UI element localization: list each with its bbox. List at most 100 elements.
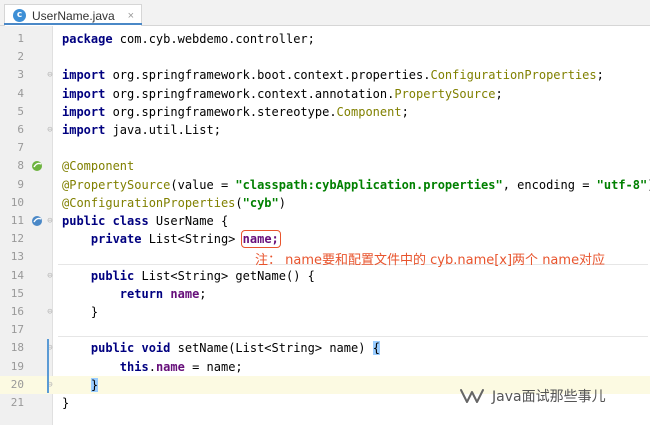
line-number: 13 — [10, 250, 24, 264]
code-line[interactable]: 15 return name; — [0, 285, 650, 303]
wechat-channel-icon — [460, 389, 484, 403]
code-token: ConfigurationProperties — [430, 68, 597, 83]
code-token: name — [155, 359, 185, 374]
code-line[interactable]: 8 @Component — [0, 157, 650, 175]
code-text: import org.springframework.stereotype.Co… — [62, 103, 409, 121]
code-token: name; — [240, 230, 281, 249]
line-number: 17 — [10, 323, 24, 337]
code-text: } — [62, 303, 98, 321]
code-token: } — [62, 396, 70, 410]
code-token: @PropertySource — [62, 177, 171, 192]
fold-marker-icon[interactable]: ⊖ — [46, 267, 54, 285]
code-token: List<String> getName() { — [134, 268, 315, 283]
watermark-text: Java面试那些事儿 — [492, 389, 606, 405]
code-text: import org.springframework.context.annot… — [62, 85, 503, 103]
spring-navigation-icon[interactable] — [30, 214, 44, 228]
code-token: List<String> — [141, 232, 243, 247]
code-text: } — [62, 376, 99, 394]
java-class-icon: c — [13, 9, 26, 22]
code-line[interactable]: 10 @ConfigurationProperties("cyb") — [0, 194, 650, 212]
code-text: package com.cyb.webdemo.controller; — [62, 30, 315, 48]
line-number: 1 — [17, 32, 24, 45]
code-line[interactable]: 9 @PropertySource(value = "classpath:cybA… — [0, 176, 650, 194]
code-token: name — [170, 286, 200, 301]
line-number: 18 — [10, 341, 24, 355]
code-text: public class UserName { — [62, 212, 228, 230]
line-number: 10 — [10, 195, 24, 209]
watermark: Java面试那些事儿 — [458, 386, 606, 406]
code-token: org.springframework.boot.context.propert… — [105, 68, 431, 83]
code-text: @ConfigurationProperties("cyb") — [62, 194, 286, 212]
code-token: com.cyb.webdemo.controller; — [112, 32, 315, 46]
code-line[interactable]: 4 import org.springframework.context.anno… — [0, 85, 650, 103]
code-token: public void — [90, 341, 171, 356]
editor-tab-bar: c UserName.java × — [0, 0, 650, 26]
code-token: import — [62, 86, 106, 101]
line-number: 21 — [10, 396, 24, 409]
line-number: 5 — [17, 104, 24, 118]
line-number: 4 — [17, 86, 24, 100]
code-text: import org.springframework.boot.context.… — [62, 66, 604, 84]
code-token: UserName { — [148, 214, 229, 228]
code-token: ; — [495, 86, 503, 101]
code-line[interactable]: 3 ⊖ import org.springframework.boot.contex… — [0, 66, 650, 84]
code-token: = name; — [184, 359, 243, 374]
tab-label: UserName.java — [32, 8, 115, 23]
code-line[interactable]: 6 ⊖ import java.util.List; — [0, 121, 650, 139]
code-token: . — [148, 359, 156, 374]
code-token: } — [62, 305, 99, 319]
code-token: , encoding = — [502, 177, 597, 192]
code-token: (value = — [170, 177, 236, 192]
line-number: 20 — [10, 377, 24, 391]
code-line[interactable]: 1 package com.cyb.webdemo.controller; — [0, 30, 650, 48]
line-number: 6 — [17, 123, 24, 136]
line-number: 15 — [10, 286, 24, 300]
code-token: import — [62, 123, 106, 137]
code-line[interactable]: 16 ⊖ } — [0, 303, 650, 321]
code-token: "cyb" — [242, 195, 279, 210]
code-token: private — [90, 232, 142, 247]
code-line[interactable]: 7 — [0, 139, 650, 157]
line-number: 11 — [10, 214, 24, 227]
code-line[interactable]: 12 private List<String> name; — [0, 230, 650, 249]
spring-bean-icon[interactable] — [30, 159, 44, 173]
code-line[interactable]: 14 ⊖ public List<String> getName() { — [0, 267, 650, 285]
method-separator — [58, 336, 648, 337]
fold-marker-icon[interactable]: ⊖ — [46, 212, 54, 230]
code-line[interactable]: 11 ⊖ public class UserName { — [0, 212, 650, 230]
code-text: @PropertySource(value = "classpath:cybAp… — [62, 176, 650, 194]
fold-marker-icon[interactable]: ⊖ — [46, 66, 54, 84]
code-token: this — [119, 359, 149, 374]
fold-marker-icon[interactable]: ⊖ — [46, 121, 54, 139]
code-token: @Component — [62, 159, 135, 174]
line-number: 2 — [17, 50, 24, 64]
code-token: import — [62, 68, 106, 83]
line-number: 19 — [10, 359, 24, 373]
line-number: 7 — [17, 141, 24, 155]
close-icon[interactable]: × — [128, 10, 134, 22]
code-token: public — [90, 268, 135, 283]
code-line[interactable]: 19 this.name = name; — [0, 358, 650, 376]
code-token: package — [62, 32, 113, 46]
code-text: private List<String> name; — [62, 230, 281, 249]
code-token: ; — [401, 104, 409, 119]
code-token: @ConfigurationProperties — [62, 195, 236, 210]
code-token: org.springframework.context.annotation. — [105, 86, 395, 101]
code-token: "utf-8" — [596, 177, 648, 192]
code-line[interactable]: 5 import org.springframework.stereotype.C… — [0, 103, 650, 121]
code-token: ( — [235, 195, 243, 210]
code-token: { — [372, 341, 380, 356]
code-line[interactable]: 2 — [0, 48, 650, 66]
fold-marker-icon[interactable]: ⊖ — [46, 303, 54, 321]
code-token: java.util.List; — [105, 123, 221, 137]
line-number: 3 — [17, 68, 24, 82]
code-token: org.springframework.stereotype. — [105, 104, 337, 119]
code-token: } — [90, 377, 99, 392]
code-line[interactable]: 18 ⊖ public void setName(List<String> nam… — [0, 339, 650, 357]
